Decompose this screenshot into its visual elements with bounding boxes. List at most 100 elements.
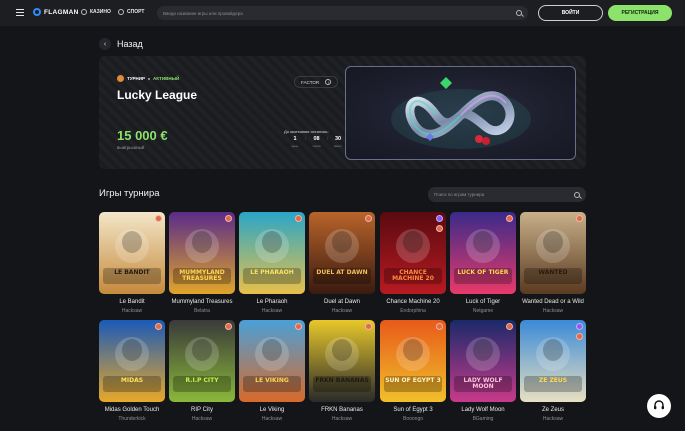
game-card[interactable]: WANTED Wanted Dead or a Wild Hacksaw [520, 212, 586, 314]
game-card[interactable]: LE PHARAOH Le Pharaoh Hacksaw [239, 212, 305, 314]
infinity-art [391, 77, 531, 149]
back-label: Назад [117, 39, 143, 49]
timer-value: 1 [293, 136, 297, 142]
game-art [99, 320, 165, 402]
game-thumbnail[interactable]: ZE ZEUS [520, 320, 586, 402]
game-provider: Netgame [472, 308, 494, 314]
separator-dot [148, 77, 151, 80]
game-thumbnail[interactable]: LE BANDIT [99, 212, 165, 294]
menu-icon[interactable] [16, 9, 24, 16]
game-thumbnail[interactable]: SUN OF EGYPT 3 [380, 320, 446, 402]
game-provider: Hacksaw [191, 416, 213, 422]
game-art-title: LE PHARAOH [250, 269, 294, 276]
search-icon[interactable] [516, 10, 522, 16]
timer-unit: день [291, 144, 299, 148]
game-art [309, 212, 375, 294]
back-icon: ‹ [99, 38, 111, 50]
game-thumbnail[interactable]: LADY WOLF MOON [450, 320, 516, 402]
tournament-banner-image [345, 66, 576, 160]
game-thumbnail[interactable]: LE VIKING [239, 320, 305, 402]
countdown-timer: 1 день : 08 часов : 30 минут [289, 136, 344, 148]
game-title: Le Bandit [119, 299, 145, 305]
game-card[interactable]: LE BANDIT Le Bandit Hacksaw [99, 212, 165, 314]
game-thumbnail[interactable]: CHANCE MACHINE 20 [380, 212, 446, 294]
games-search-input[interactable] [434, 192, 574, 197]
factor-label: FACTOR [301, 79, 320, 85]
game-thumbnail[interactable]: FRKN BANANAS [309, 320, 375, 402]
bonus-badge-icon [576, 333, 583, 340]
tournament-badge-icon [295, 323, 302, 330]
game-card[interactable]: FRKN BANANAS FRKN Bananas Hacksaw [309, 320, 375, 422]
game-card[interactable]: SUN OF EGYPT 3 Sun of Egypt 3 Booongo [380, 320, 446, 422]
tournament-badge-icon [295, 215, 302, 222]
factor-button[interactable]: FACTOR i [294, 76, 339, 88]
game-card[interactable]: LADY WOLF MOON Lady Wolf Moon BGaming [450, 320, 516, 422]
game-provider: Thunderkick [118, 416, 146, 422]
tournament-badge-icon [225, 323, 232, 330]
timer-days: 1 день [289, 136, 301, 148]
game-art [239, 320, 305, 402]
timer-value: 08 [313, 136, 320, 142]
game-card[interactable]: DUEL AT DAWN Duel at Dawn Hacksaw [309, 212, 375, 314]
nav-sport[interactable]: СПОРТ [118, 9, 144, 15]
timer-minutes: 30 минут [332, 136, 344, 148]
game-art [99, 212, 165, 294]
game-art [309, 320, 375, 402]
game-thumbnail[interactable]: DUEL AT DAWN [309, 212, 375, 294]
tournament-badge-icon [365, 323, 372, 330]
game-card[interactable]: ZE ZEUS Ze Zeus Hacksaw [520, 320, 586, 422]
game-art [450, 212, 516, 294]
game-title: Le Pharaoh [256, 299, 288, 305]
game-title: Luck of Tiger [465, 299, 501, 305]
game-title: Wanted Dead or a Wild [522, 299, 584, 305]
game-thumbnail[interactable]: MIDAS [99, 320, 165, 402]
game-provider: Booongo [402, 416, 424, 422]
nav-sport-label: СПОРТ [127, 9, 145, 15]
games-search [428, 187, 586, 202]
timer-unit: часов [312, 144, 321, 148]
game-thumbnail[interactable]: MUMMYLAND TREASURES [169, 212, 235, 294]
game-art-title: ZE ZEUS [538, 377, 568, 384]
game-card[interactable]: MUMMYLAND TREASURES Mummyland Treasures Be… [169, 212, 235, 314]
back-link[interactable]: ‹ Назад [99, 38, 143, 50]
game-art-title: SUN OF EGYPT 3 [385, 377, 441, 384]
tournament-badge-icon [155, 323, 162, 330]
game-thumbnail[interactable]: WANTED [520, 212, 586, 294]
trophy-icon [117, 75, 124, 82]
game-card[interactable]: LUCK OF TIGER Luck of Tiger Netgame [450, 212, 516, 314]
support-chat-button[interactable] [647, 394, 671, 418]
game-thumbnail[interactable]: R.I.P CITY [169, 320, 235, 402]
game-card[interactable]: CHANCE MACHINE 20 Chance Machine 20 Endorp… [380, 212, 446, 314]
tournament-badge-icon [225, 215, 232, 222]
timer-hours: 08 часов [311, 136, 323, 148]
game-card[interactable]: LE VIKING Le Viking Hacksaw [239, 320, 305, 422]
game-title: Le Viking [259, 407, 285, 413]
game-art-title: LUCK OF TIGER [457, 269, 509, 276]
game-card[interactable]: R.I.P CITY RIP City Hacksaw [169, 320, 235, 422]
tournament-badge-icon [436, 323, 443, 330]
timer-separator: : [326, 136, 329, 142]
nav-casino-label: КАЗИНО [90, 9, 111, 15]
game-card[interactable]: MIDAS Midas Golden Touch Thunderkick [99, 320, 165, 422]
login-button[interactable]: ВОЙТИ [538, 5, 603, 21]
game-provider: Hacksaw [542, 308, 564, 314]
timer-unit: минут [333, 144, 343, 148]
game-provider: Hacksaw [331, 416, 353, 422]
prize-caption: выигрышный [117, 145, 145, 150]
search-icon[interactable] [574, 191, 580, 198]
game-art [169, 320, 235, 402]
logo[interactable]: FLAGMAN [33, 8, 79, 16]
game-provider: Hacksaw [261, 416, 283, 422]
header-search-input[interactable] [163, 10, 516, 16]
game-thumbnail[interactable]: LE PHARAOH [239, 212, 305, 294]
nav-casino[interactable]: КАЗИНО [81, 9, 111, 15]
register-button[interactable]: РЕГИСТРАЦИЯ [608, 5, 672, 21]
game-art [520, 212, 586, 294]
game-art-title: WANTED [538, 269, 568, 276]
top-bar: FLAGMAN КАЗИНО СПОРТ ВОЙТИ РЕГИСТРАЦИЯ [0, 0, 685, 26]
game-title: Mummyland Treasures [171, 299, 233, 305]
game-art-title: LADY WOLF MOON [463, 377, 503, 390]
status-badge: АКТИВНЫЙ [153, 76, 180, 81]
game-thumbnail[interactable]: LUCK OF TIGER [450, 212, 516, 294]
bonus-badge-icon [436, 225, 443, 232]
